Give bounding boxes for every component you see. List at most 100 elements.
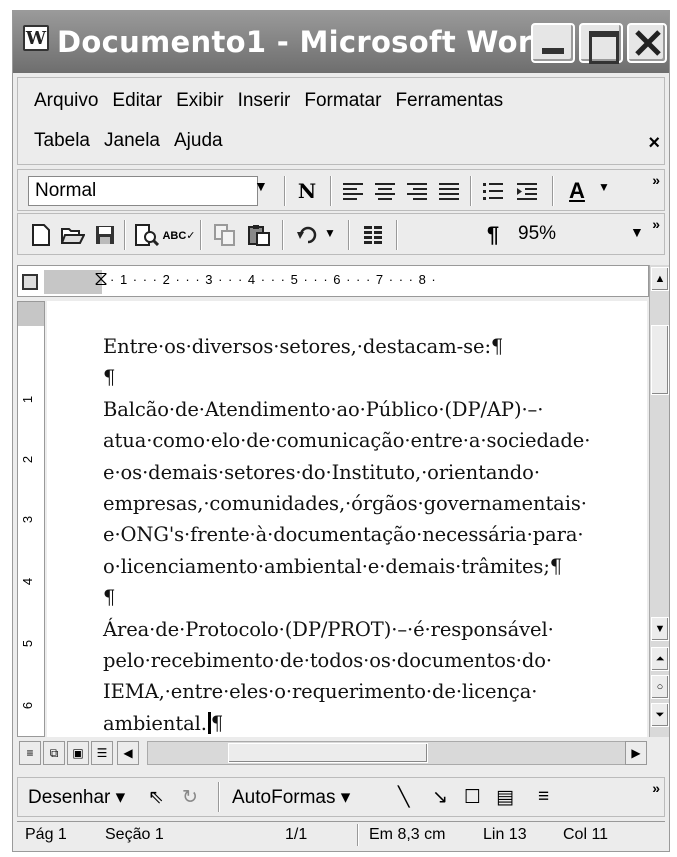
autoshapes-menu-button[interactable]: AutoFormas ▾ — [232, 786, 350, 809]
status-column: Col 11 — [563, 826, 609, 843]
paste-icon[interactable] — [244, 220, 274, 250]
free-rotate-icon[interactable]: ↻ — [182, 786, 198, 809]
close-icon — [635, 30, 661, 56]
justify-icon[interactable] — [434, 176, 464, 206]
vertical-ruler[interactable]: 1 2 3 4 5 6 — [17, 301, 45, 737]
align-center-icon[interactable] — [370, 176, 400, 206]
document-line-text: ambiental. — [103, 711, 207, 735]
bold-button[interactable]: N — [292, 176, 322, 206]
toolbar-overflow-icon[interactable]: » — [652, 172, 660, 188]
zoom-dropdown[interactable]: 95% — [518, 220, 608, 250]
toolbar-overflow-icon[interactable]: » — [652, 780, 660, 796]
chevron-down-icon[interactable]: ▼ — [324, 226, 336, 240]
horizontal-scroll-thumb[interactable] — [228, 743, 428, 763]
horizontal-scrollbar[interactable] — [147, 741, 647, 765]
line-icon[interactable]: ╲ — [398, 786, 409, 809]
toolbar-separator — [552, 176, 554, 206]
toolbar-overflow-icon[interactable]: » — [652, 216, 660, 232]
show-formatting-icon[interactable]: ¶ — [478, 220, 508, 250]
align-left-icon[interactable] — [338, 176, 368, 206]
status-separator — [357, 824, 359, 846]
scroll-down-button[interactable]: ▼ — [651, 617, 669, 641]
align-right-icon[interactable] — [402, 176, 432, 206]
document-line: pelo·recebimento·de·todos·os·documentos·… — [103, 649, 552, 673]
document-line: ¶ — [103, 366, 116, 390]
line-style-icon[interactable]: ≡ — [538, 786, 549, 808]
status-line: Lin 13 — [483, 826, 527, 843]
vruler-number: 5 — [20, 639, 36, 648]
minimize-button[interactable] — [531, 23, 575, 63]
document-line: o·licenciamento·ambiental·e·demais·trâmi… — [103, 554, 563, 578]
web-layout-view-button[interactable]: ⧉ — [43, 741, 65, 765]
toolbar-separator — [218, 782, 220, 812]
status-position: Em 8,3 cm — [369, 826, 446, 843]
save-icon[interactable] — [90, 220, 120, 250]
menu-ferramentas[interactable]: Ferramentas — [395, 90, 503, 120]
chevron-down-icon[interactable]: ▼ — [598, 180, 610, 194]
document-line: e·ONG's·frente·à·documentação·necessária… — [103, 523, 584, 547]
scroll-thumb[interactable] — [651, 325, 669, 395]
spelling-icon[interactable]: ABC✓ — [162, 220, 195, 250]
new-document-icon[interactable] — [26, 220, 56, 250]
toolbar-separator — [330, 176, 332, 206]
document-close-button[interactable]: × — [648, 132, 660, 155]
select-objects-icon[interactable]: ⇖ — [148, 786, 164, 809]
next-page-button[interactable]: ⏷ — [651, 703, 669, 727]
document-text[interactable]: Entre·os·diversos·setores,·destacam-se:¶… — [103, 331, 643, 737]
toolbar-separator — [200, 220, 202, 250]
chevron-down-icon[interactable]: ▼ — [254, 178, 268, 194]
menu-janela[interactable]: Janela — [104, 130, 160, 160]
print-layout-view-button[interactable]: ▣ — [67, 741, 89, 765]
previous-page-button[interactable]: ⏶ — [651, 647, 669, 671]
menu-tabela[interactable]: Tabela — [34, 130, 90, 160]
toolbar-separator — [124, 220, 126, 250]
word-window: W Documento1 - Microsoft Word Arquivo Ed… — [12, 10, 670, 852]
outline-view-button[interactable]: ☰ — [91, 741, 113, 765]
open-folder-icon[interactable] — [58, 220, 88, 250]
vertical-scrollbar[interactable]: ▲ ▼ ⏶ ○ ⏷ — [649, 265, 669, 737]
draw-menu-button[interactable]: Desenhar ▾ — [28, 786, 125, 809]
document-line: atua·como·elo·de·comunicação·entre·a·soc… — [103, 429, 591, 453]
scroll-right-button[interactable]: ▶ — [625, 741, 647, 765]
vruler-number: 4 — [20, 577, 36, 586]
menu-arquivo[interactable]: Arquivo — [34, 90, 98, 120]
document-area[interactable]: Entre·os·diversos·setores,·destacam-se:¶… — [47, 301, 647, 737]
select-browse-object-button[interactable]: ○ — [651, 675, 669, 699]
scroll-left-button[interactable]: ◀ — [117, 741, 139, 765]
word-document-icon[interactable]: W — [23, 25, 49, 51]
close-button[interactable] — [627, 23, 667, 63]
menu-formatar[interactable]: Formatar — [304, 90, 381, 120]
indent-marker-icon[interactable]: ⧖ — [94, 268, 108, 291]
menu-exibir[interactable]: Exibir — [176, 90, 224, 120]
normal-view-button[interactable]: ≡ — [19, 741, 41, 765]
document-line: e·os·demais·setores·do·Instituto,·orient… — [103, 460, 540, 484]
columns-icon[interactable] — [358, 220, 388, 250]
style-dropdown[interactable]: Normal — [28, 176, 258, 206]
document-line: IEMA,·entre·eles·o·requerimento·de·licen… — [103, 680, 538, 704]
text-box-icon[interactable]: ▤ — [496, 786, 514, 809]
menu-editar[interactable]: Editar — [112, 90, 162, 120]
rectangle-icon[interactable]: ☐ — [464, 786, 481, 809]
menu-ajuda[interactable]: Ajuda — [174, 130, 223, 160]
document-line: Entre·os·diversos·setores,·destacam-se:¶ — [103, 335, 504, 358]
copy-icon[interactable] — [210, 220, 240, 250]
arrow-icon[interactable]: ↘ — [432, 786, 448, 809]
bullets-icon[interactable] — [478, 176, 508, 206]
maximize-button[interactable] — [579, 23, 623, 64]
status-page: Pág 1 — [25, 826, 67, 843]
print-preview-icon[interactable] — [132, 220, 162, 250]
horizontal-ruler[interactable]: ⧖ · 1 · · · 2 · · · 3 · · · 4 · · · 5 · … — [17, 265, 649, 297]
chevron-down-icon[interactable]: ▼ — [630, 224, 644, 240]
tab-selector-icon[interactable] — [22, 274, 38, 290]
increase-indent-icon[interactable] — [512, 176, 542, 206]
toolbar-separator — [348, 220, 350, 250]
status-section: Seção 1 — [105, 826, 164, 843]
font-color-icon[interactable]: A — [562, 176, 592, 206]
document-line: ¶ — [103, 586, 116, 610]
paragraph-mark: ¶ — [210, 711, 224, 735]
menu-inserir[interactable]: Inserir — [238, 90, 291, 120]
formatting-toolbar: Normal ▼ N A ▼ » — [17, 169, 665, 211]
scroll-up-button[interactable]: ▲ — [651, 267, 669, 291]
undo-icon[interactable] — [292, 220, 322, 250]
title-bar[interactable]: W Documento1 - Microsoft Word — [13, 11, 669, 73]
